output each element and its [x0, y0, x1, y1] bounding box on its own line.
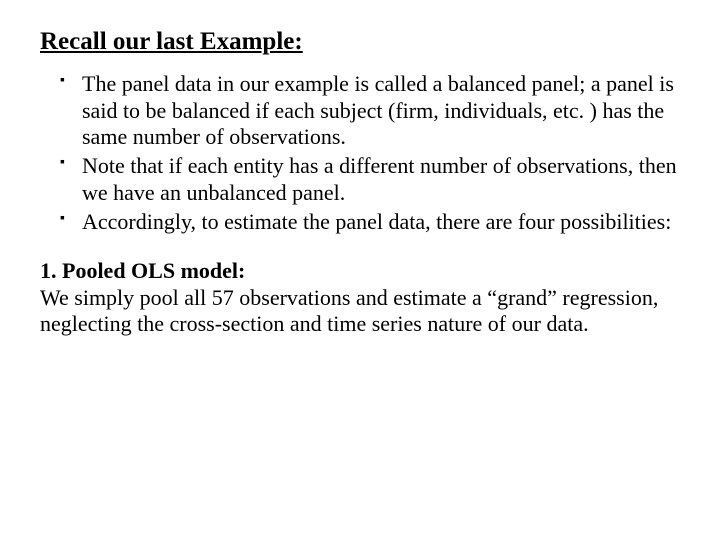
slide: Recall our last Example: The panel data …	[0, 0, 720, 540]
bullet-list: The panel data in our example is called …	[40, 71, 680, 236]
list-item: Accordingly, to estimate the panel data,…	[60, 209, 680, 236]
section-body: We simply pool all 57 observations and e…	[40, 285, 680, 339]
list-item: The panel data in our example is called …	[60, 71, 680, 151]
list-item: Note that if each entity has a different…	[60, 153, 680, 207]
section-title: 1. Pooled OLS model:	[40, 258, 680, 285]
slide-heading: Recall our last Example:	[40, 28, 680, 57]
